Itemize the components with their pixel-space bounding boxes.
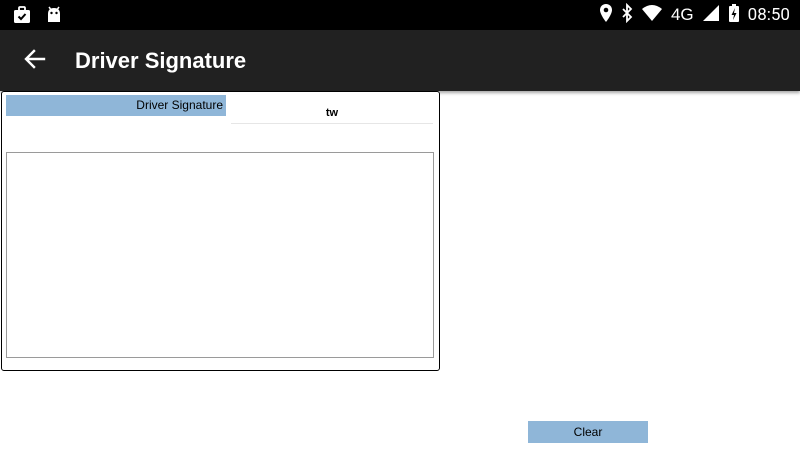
notification-icons <box>12 5 64 30</box>
clock: 08:50 <box>747 5 790 25</box>
page-title: Driver Signature <box>75 48 247 73</box>
bluetooth-icon <box>621 2 633 28</box>
signal-icon <box>702 3 720 28</box>
app-bar: Driver Signature <box>0 30 800 91</box>
driver-name-label: tw <box>231 102 433 124</box>
system-status: 4G 08:50 <box>599 2 790 28</box>
back-button[interactable] <box>18 44 52 78</box>
android-icon <box>44 5 64 30</box>
signature-panel-header: Driver Signature <box>6 95 226 116</box>
battery-charging-icon <box>728 3 740 28</box>
status-bar: 4G 08:50 <box>0 0 800 30</box>
clear-button[interactable]: Clear <box>528 421 648 443</box>
signature-canvas[interactable] <box>6 152 434 358</box>
arrow-back-icon <box>23 47 47 76</box>
wifi-icon <box>641 3 663 28</box>
signature-panel: Driver Signature tw <box>1 91 440 371</box>
network-type-label: 4G <box>670 5 694 24</box>
location-icon <box>599 3 613 28</box>
briefcase-check-icon <box>12 5 32 30</box>
